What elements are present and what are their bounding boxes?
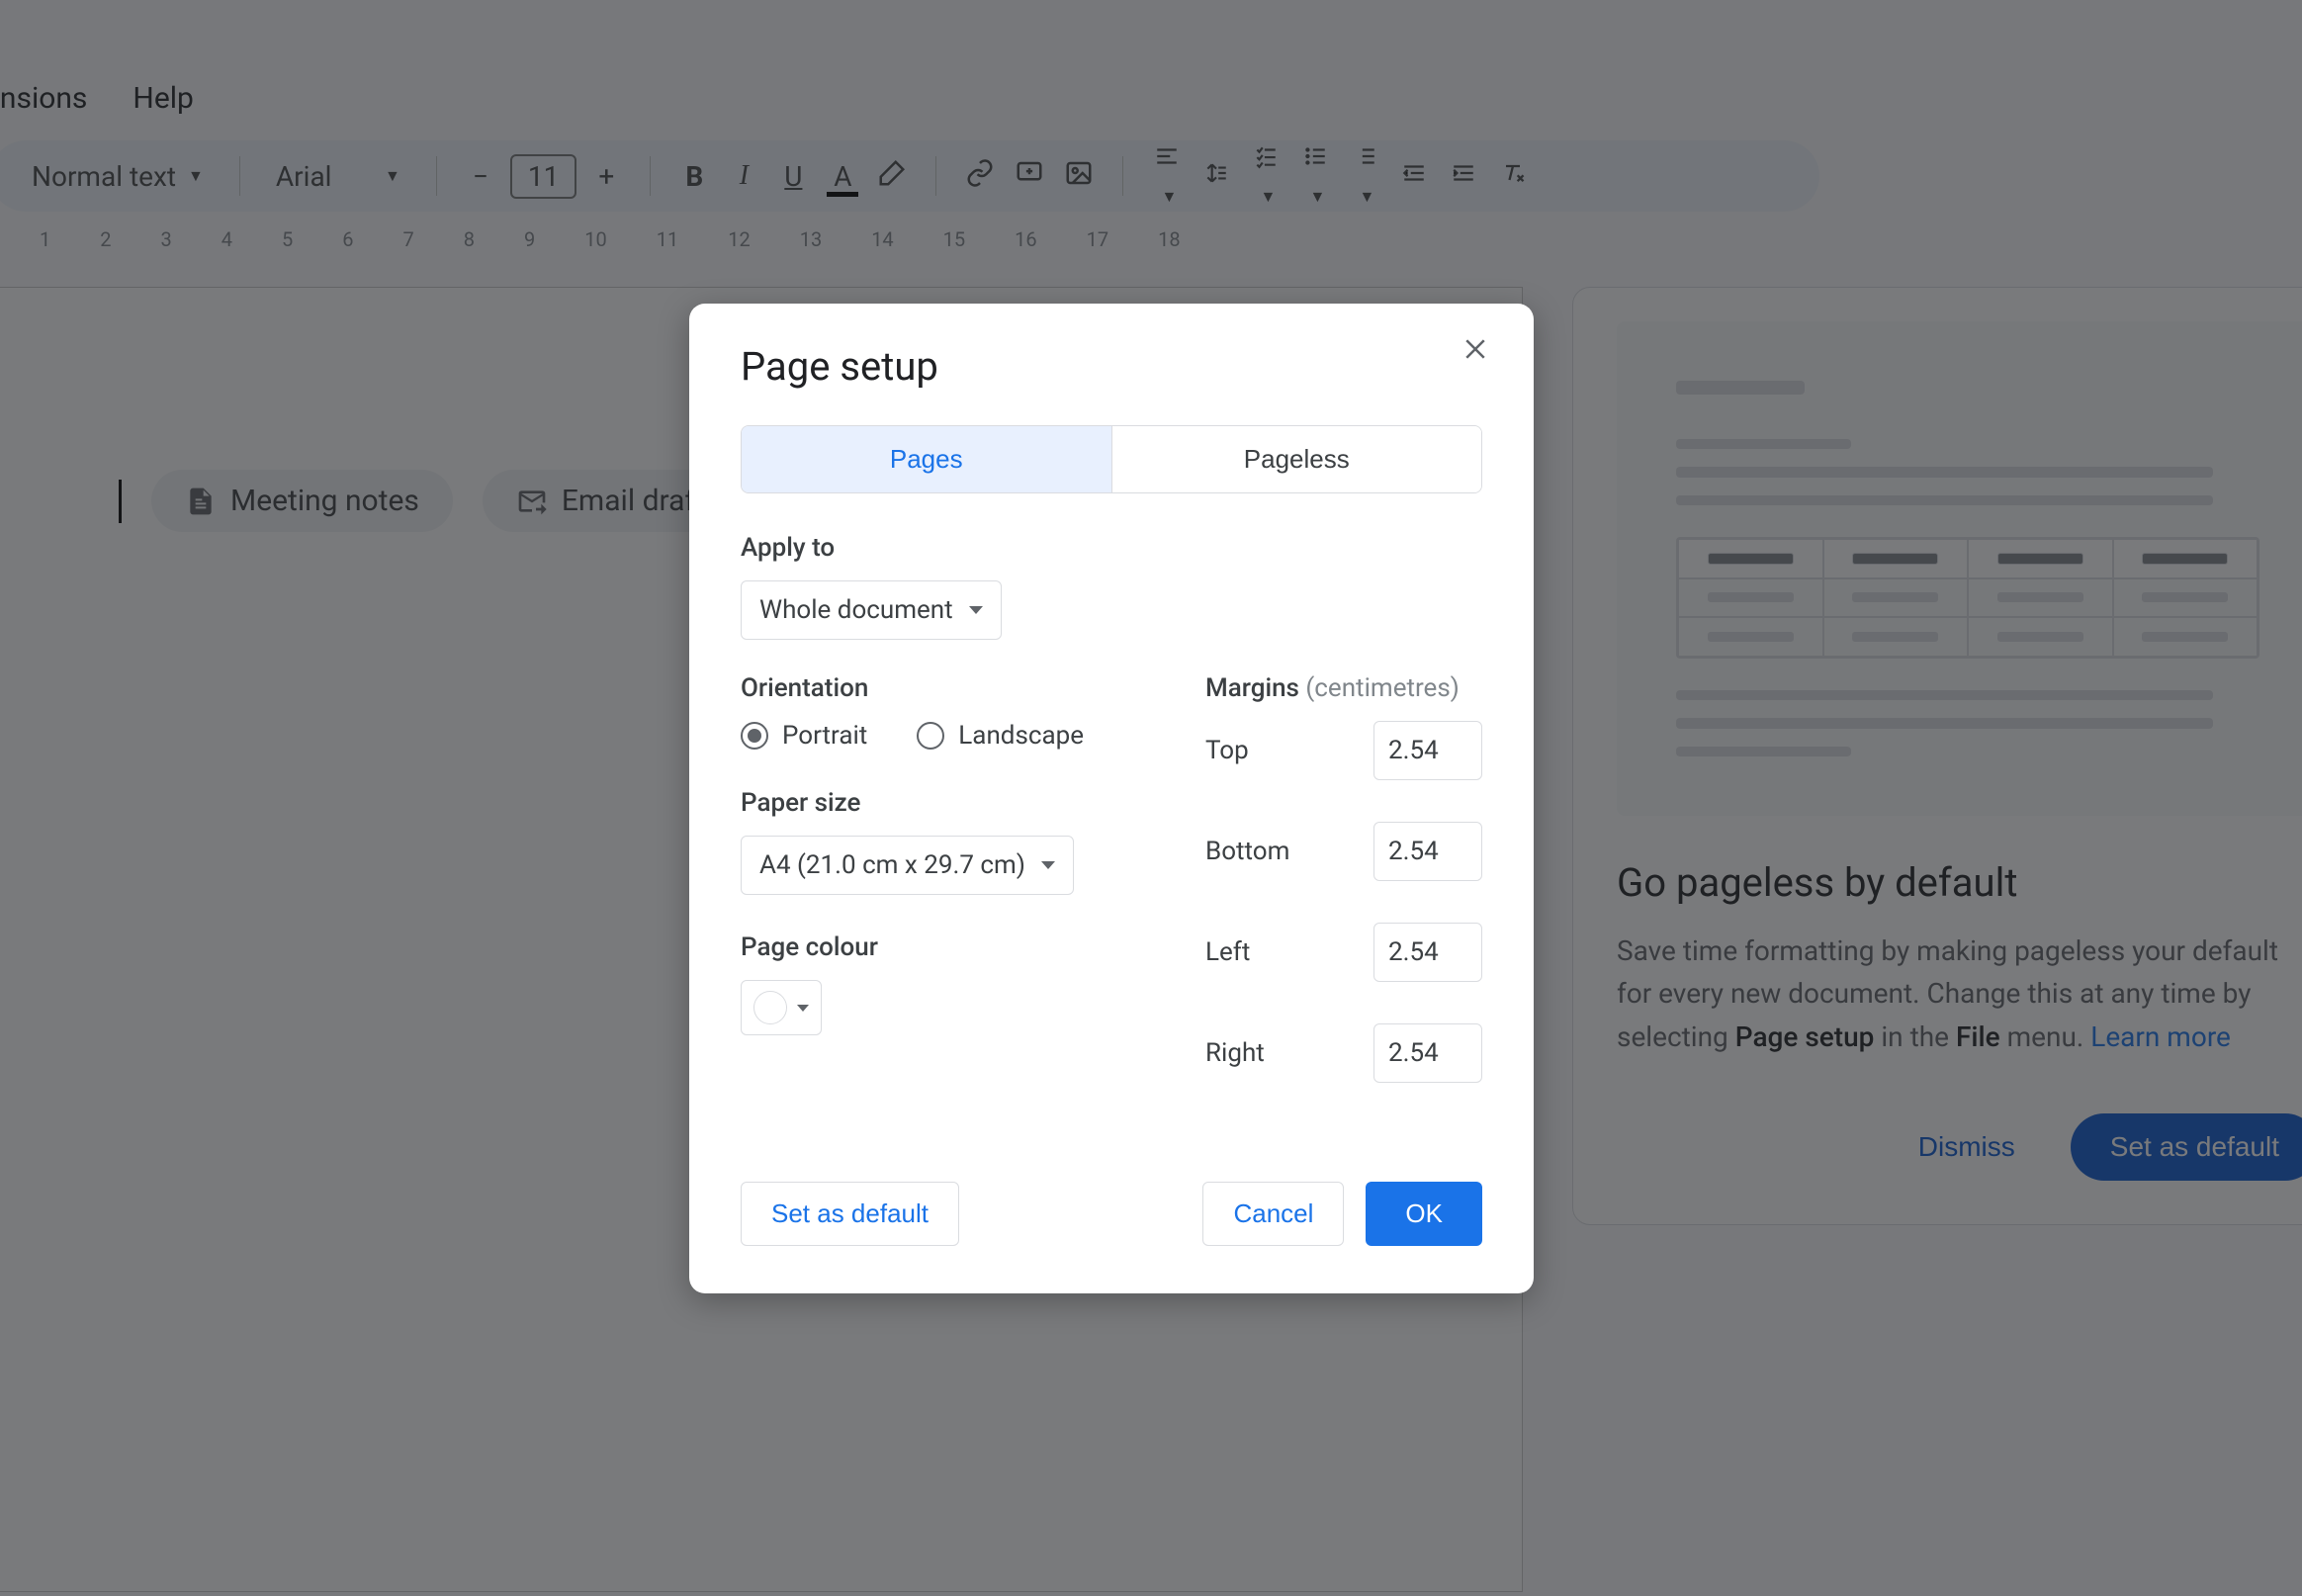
margin-left-label: Left [1205,937,1348,967]
margin-bottom-input[interactable] [1373,822,1482,881]
margin-right-label: Right [1205,1038,1348,1068]
paper-size-value: A4 (21.0 cm x 29.7 cm) [759,850,1025,880]
page-colour-label: Page colour [741,932,1146,962]
orientation-label: Orientation [741,673,1146,703]
orientation-portrait-label: Portrait [782,721,867,751]
margin-right-input[interactable] [1373,1023,1482,1083]
paper-size-label: Paper size [741,788,1146,818]
margins-label: Margins (centimetres) [1205,673,1482,703]
cancel-button[interactable]: Cancel [1202,1182,1344,1246]
apply-to-label: Apply to [741,533,1482,563]
colour-swatch-icon [753,991,787,1024]
chevron-down-icon [797,1005,809,1012]
orientation-portrait-radio[interactable]: Portrait [741,721,867,751]
dialog-title: Page setup [741,343,1482,390]
close-icon [1461,334,1490,364]
orientation-landscape-radio[interactable]: Landscape [917,721,1084,751]
chevron-down-icon [969,606,983,614]
margin-top-label: Top [1205,736,1348,765]
orientation-landscape-label: Landscape [958,721,1084,751]
page-mode-tabs: Pages Pageless [741,425,1482,493]
ok-button[interactable]: OK [1366,1182,1482,1246]
chevron-down-icon [1041,861,1055,869]
apply-to-value: Whole document [759,595,953,625]
margin-left-input[interactable] [1373,923,1482,982]
tab-pageless[interactable]: Pageless [1111,426,1482,492]
paper-size-dropdown[interactable]: A4 (21.0 cm x 29.7 cm) [741,836,1074,895]
radio-icon [917,722,944,750]
tab-pages[interactable]: Pages [742,426,1111,492]
apply-to-dropdown[interactable]: Whole document [741,580,1002,640]
page-setup-dialog: Page setup Pages Pageless Apply to Whole… [689,304,1534,1293]
margin-bottom-label: Bottom [1205,837,1348,866]
radio-icon [741,722,768,750]
set-as-default-button[interactable]: Set as default [741,1182,959,1246]
margin-top-input[interactable] [1373,721,1482,780]
page-colour-dropdown[interactable] [741,980,822,1035]
dialog-close-button[interactable] [1455,333,1496,368]
